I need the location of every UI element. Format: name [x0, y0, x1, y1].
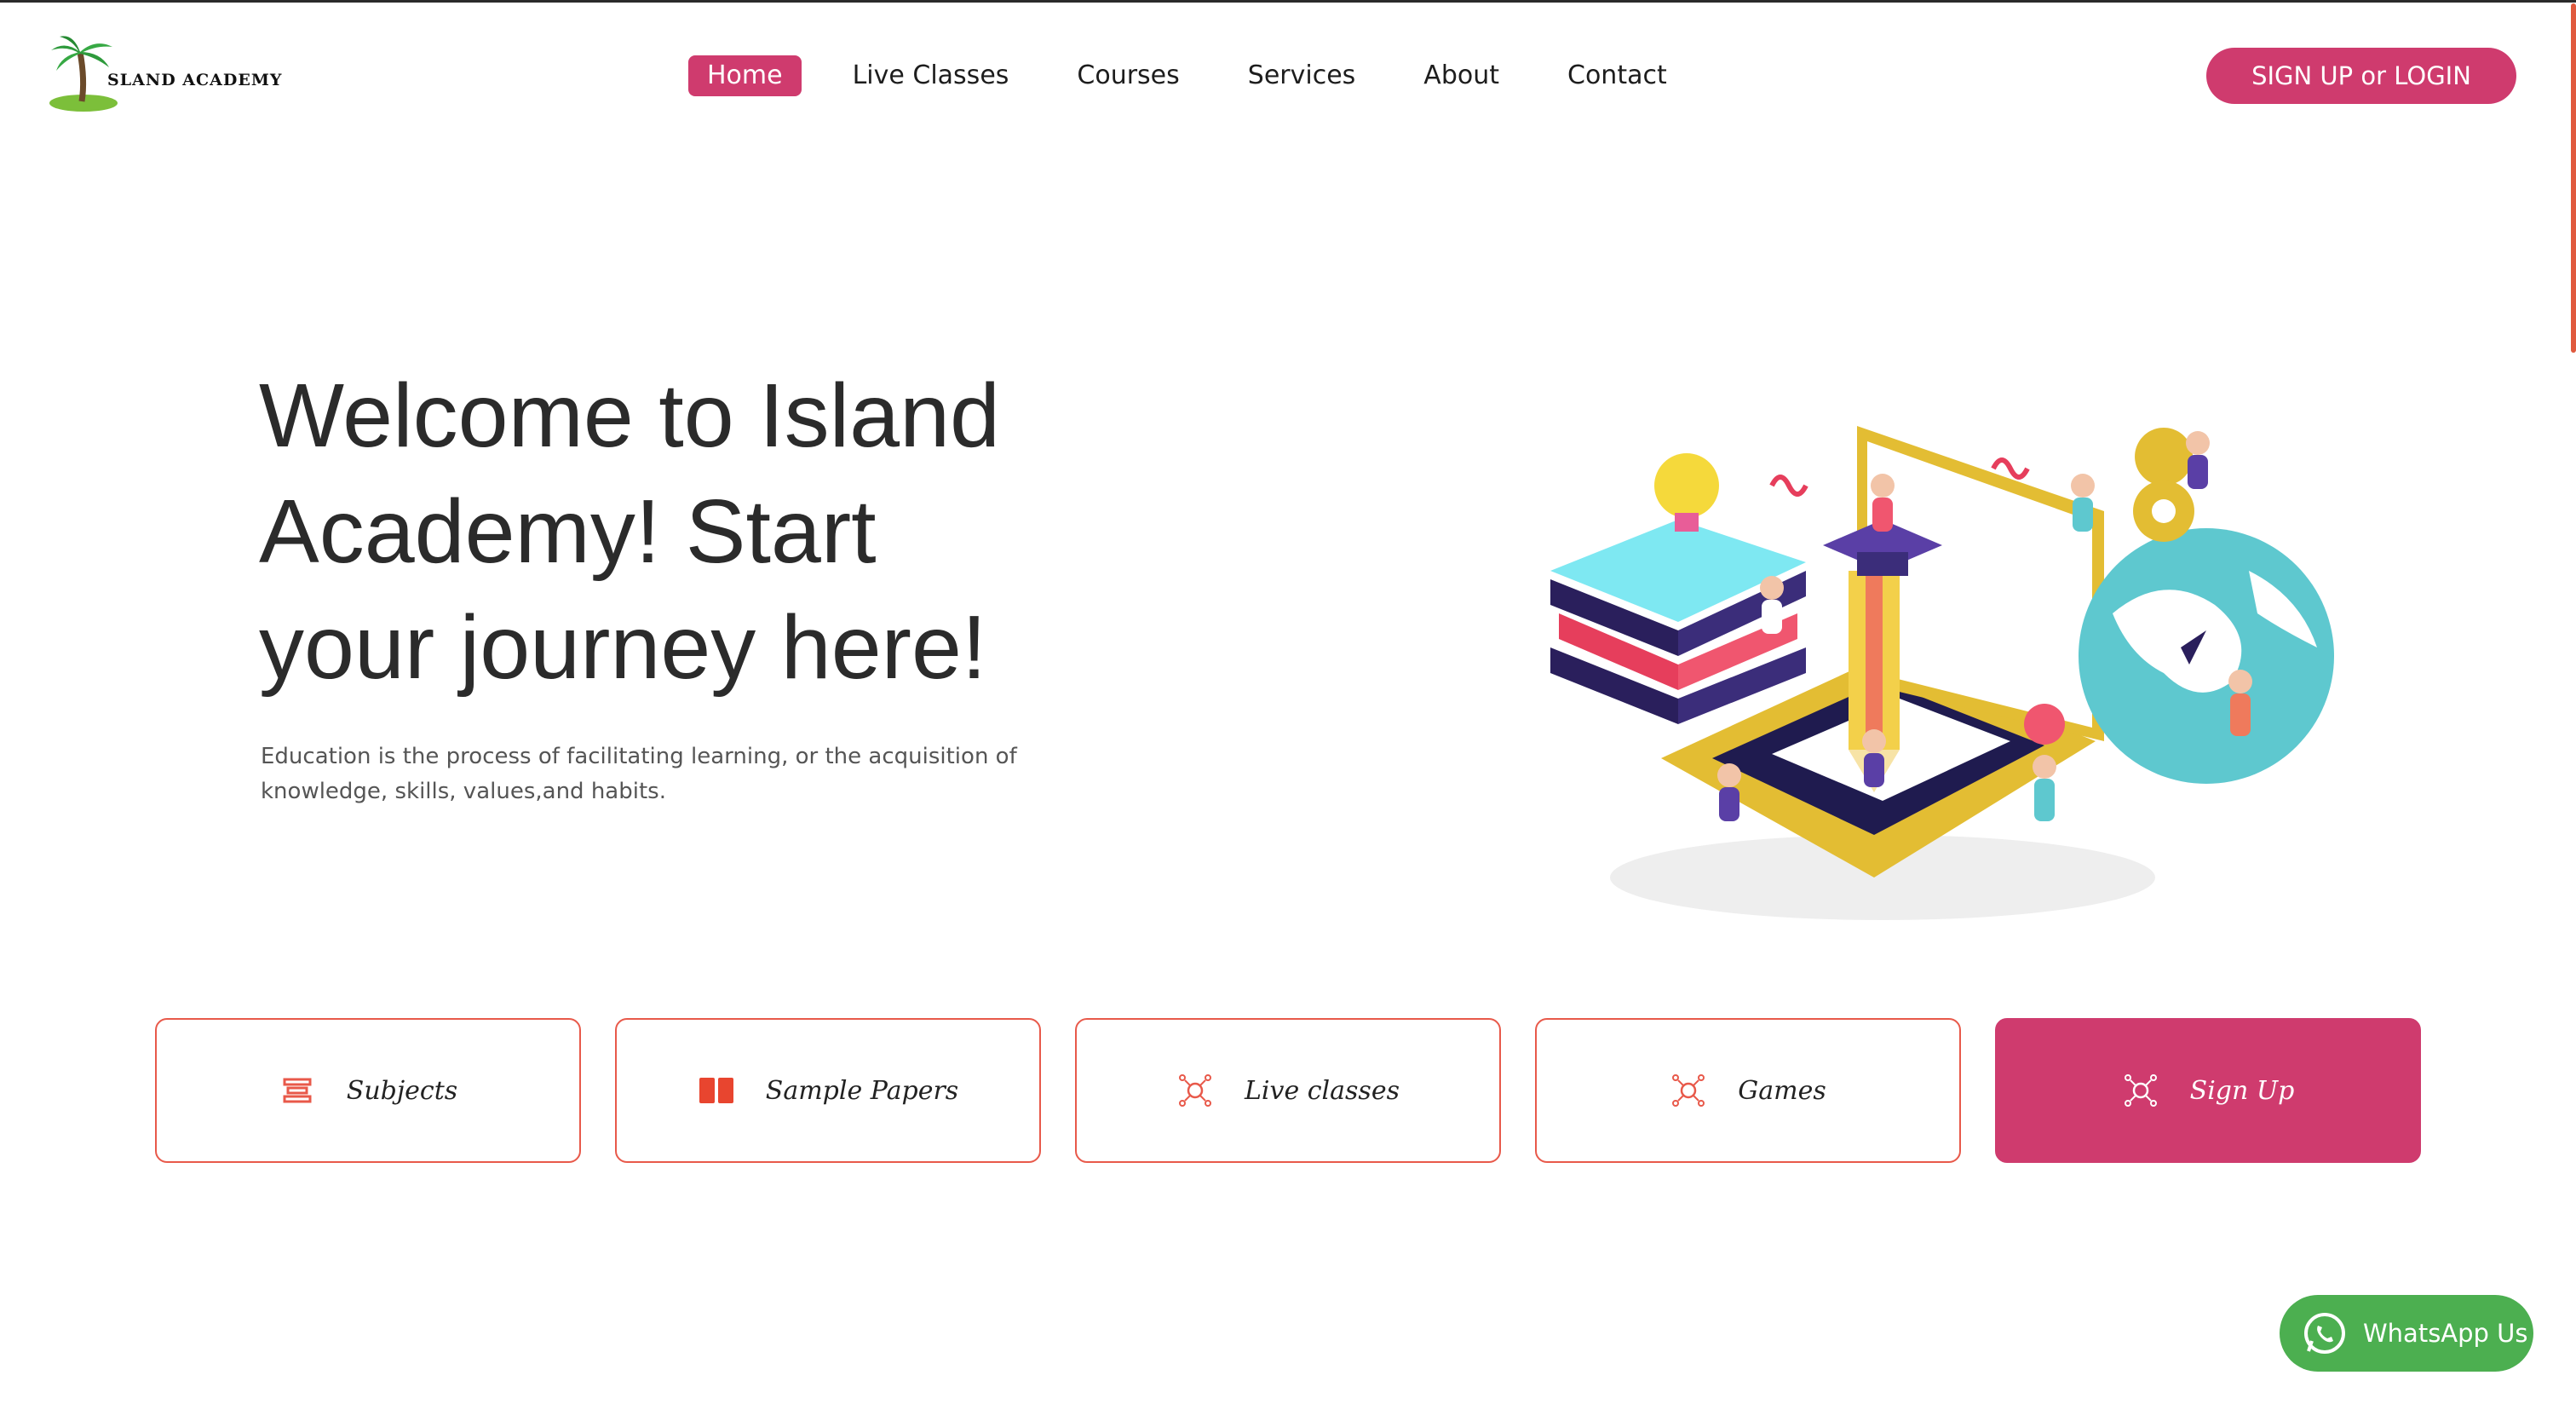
logo-text: SLAND ACADEMY	[107, 71, 283, 89]
card-sign-up[interactable]: Sign Up	[1995, 1018, 2421, 1163]
book-icon	[698, 1072, 735, 1109]
nav-contact[interactable]: Contact	[1567, 55, 1667, 96]
whatsapp-icon	[2304, 1313, 2345, 1354]
hero-title: Welcome to Island Academy! Start your jo…	[259, 365, 1000, 698]
nav-about[interactable]: About	[1423, 55, 1499, 96]
feature-cards: Subjects Sample Papers Live classes Game…	[155, 1018, 2421, 1163]
education-illustration	[1550, 426, 2334, 920]
card-label: Sign Up	[2189, 1075, 2295, 1106]
card-label: Live classes	[1245, 1075, 1400, 1106]
nav-courses[interactable]: Courses	[1077, 55, 1179, 96]
card-sample-papers[interactable]: Sample Papers	[615, 1018, 1041, 1163]
network-icon	[1176, 1072, 1214, 1109]
card-label: Games	[1738, 1075, 1826, 1106]
network-icon	[2122, 1072, 2159, 1109]
card-live-classes[interactable]: Live classes	[1075, 1018, 1501, 1163]
card-games[interactable]: Games	[1535, 1018, 1961, 1163]
card-label: Sample Papers	[765, 1075, 959, 1106]
site-header: SLAND ACADEMY Home Live Classes Courses …	[0, 3, 2576, 147]
whatsapp-label: WhatsApp Us	[2363, 1319, 2528, 1348]
scrollbar[interactable]	[2569, 0, 2576, 1404]
subjects-icon	[279, 1072, 316, 1109]
nav-live-classes[interactable]: Live Classes	[853, 55, 1009, 96]
nav-services[interactable]: Services	[1248, 55, 1356, 96]
nav-home[interactable]: Home	[688, 55, 802, 96]
hero-subtitle: Education is the process of facilitating…	[261, 744, 1017, 804]
scroll-thumb[interactable]	[2571, 3, 2576, 353]
network-icon	[1670, 1072, 1707, 1109]
card-subjects[interactable]: Subjects	[155, 1018, 581, 1163]
card-label: Subjects	[346, 1075, 458, 1106]
hero-illustration	[1516, 400, 2334, 946]
signup-login-button[interactable]: SIGN UP or LOGIN	[2206, 48, 2516, 104]
main-nav: Home Live Classes Courses Services About…	[688, 55, 1667, 96]
whatsapp-button[interactable]: WhatsApp Us	[2280, 1295, 2533, 1372]
